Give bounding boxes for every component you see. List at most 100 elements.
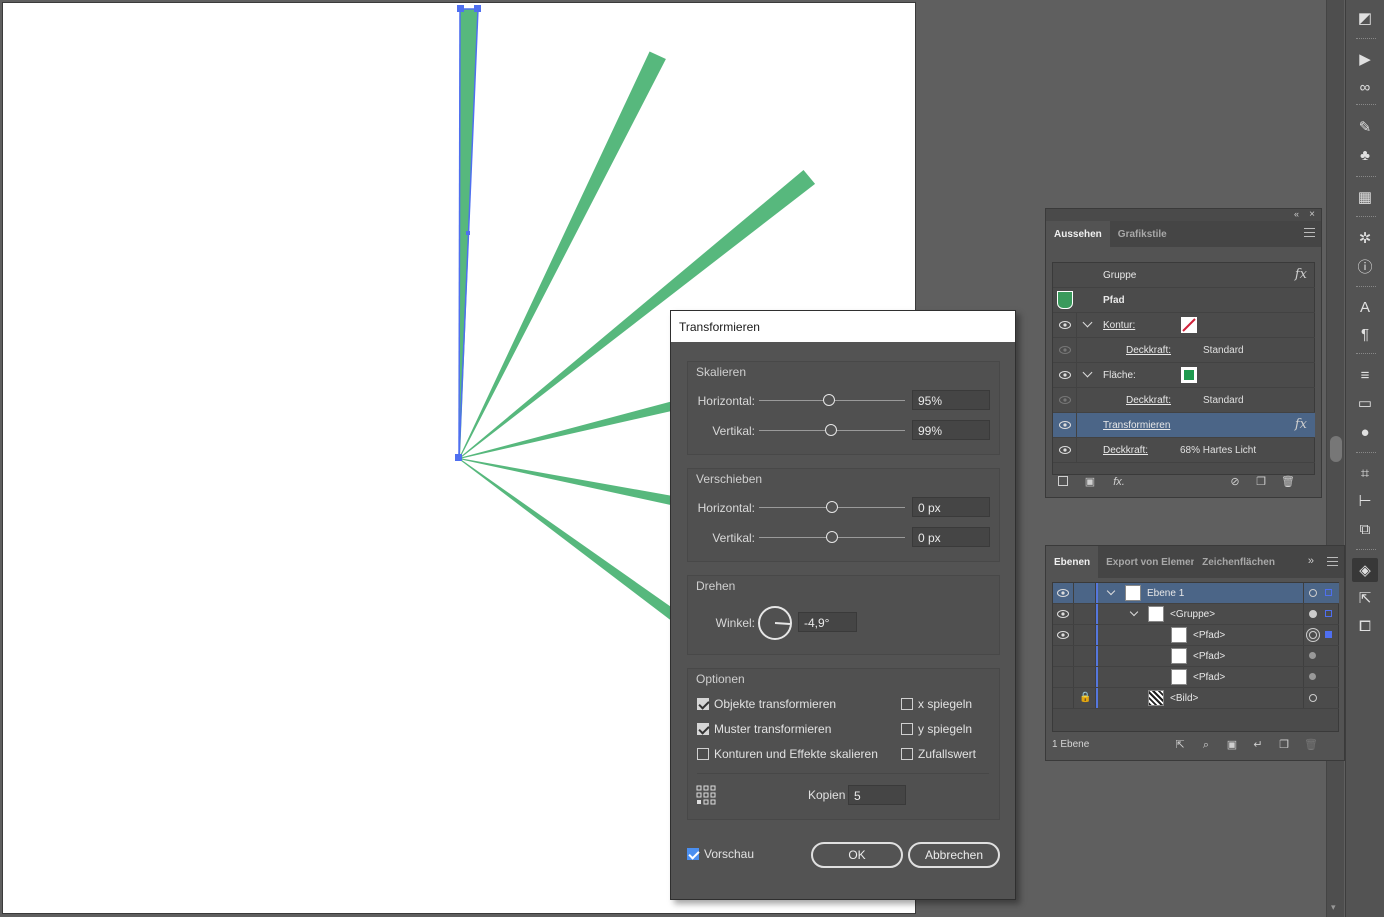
chevron-down-icon[interactable] — [1082, 367, 1093, 378]
tab-asset-export[interactable]: Export von Elemen — [1098, 546, 1194, 578]
layer-row[interactable]: 🔒 <Bild> — [1053, 688, 1339, 709]
eye-icon[interactable] — [1059, 421, 1071, 429]
slider-knob[interactable] — [825, 424, 837, 436]
move-horizontal-slider[interactable] — [759, 501, 905, 513]
artboard-icon[interactable]: ⧠ — [1352, 614, 1378, 638]
close-icon[interactable]: × — [1309, 209, 1315, 220]
target-icon[interactable] — [1309, 673, 1316, 680]
layer-row[interactable]: <Gruppe> — [1053, 604, 1339, 625]
move-vertical-input[interactable]: 0 px — [912, 527, 990, 547]
stroke-label[interactable]: Kontur: — [1103, 320, 1135, 331]
tab-appearance[interactable]: Aussehen — [1046, 221, 1110, 247]
new-stroke-icon[interactable] — [1058, 476, 1068, 486]
reference-point-icon[interactable] — [696, 785, 716, 805]
selection-indicator[interactable] — [1325, 589, 1332, 596]
brush-icon[interactable]: ✎ — [1352, 115, 1378, 139]
move-horizontal-input[interactable]: 0 px — [912, 497, 990, 517]
add-effect-icon[interactable]: fx. — [1110, 476, 1128, 488]
fill-label[interactable]: Fläche: — [1103, 370, 1136, 381]
clear-icon[interactable]: ⊘ — [1229, 476, 1241, 488]
layer-row[interactable]: <Pfad> — [1053, 646, 1339, 667]
eye-icon[interactable] — [1059, 396, 1071, 404]
slider-knob[interactable] — [826, 531, 838, 543]
fx-icon[interactable]: fx — [1295, 267, 1307, 282]
fx-icon[interactable]: fx — [1295, 417, 1307, 432]
slider-knob[interactable] — [823, 394, 835, 406]
export-icon[interactable]: ⇱ — [1174, 739, 1186, 751]
layer-row[interactable]: <Pfad> — [1053, 625, 1339, 646]
layers-icon[interactable]: ◈ — [1352, 558, 1378, 582]
export-icon[interactable]: ⇱ — [1352, 586, 1378, 610]
appearance-row-path[interactable]: Pfad — [1053, 288, 1315, 313]
info-icon[interactable]: ⓘ — [1352, 254, 1378, 278]
transform-icon[interactable]: ⌗ — [1352, 461, 1378, 485]
random-checkbox[interactable] — [901, 748, 913, 760]
angle-input[interactable]: -4,9° — [798, 612, 857, 632]
layer-name[interactable]: <Pfad> — [1193, 651, 1225, 662]
fan-stripe[interactable] — [459, 51, 666, 466]
collapse-icon[interactable]: « — [1294, 209, 1299, 219]
stroke-swatch[interactable] — [1181, 317, 1197, 333]
preview-label[interactable]: Vorschau — [704, 847, 754, 861]
eye-icon[interactable] — [1057, 610, 1069, 618]
slider-knob[interactable] — [826, 501, 838, 513]
fill-swatch[interactable] — [1181, 367, 1197, 383]
transform-effect-label[interactable]: Transformieren — [1103, 420, 1170, 431]
appearance-row-opacity[interactable]: Deckkraft: 68% Hartes Licht — [1053, 438, 1315, 463]
copies-input[interactable]: 5 — [848, 785, 906, 805]
appearance-row-group[interactable]: Gruppe fx — [1053, 263, 1315, 288]
layer-name[interactable]: <Pfad> — [1193, 630, 1225, 641]
transform-objects-checkbox[interactable] — [697, 698, 709, 710]
reflect-y-label[interactable]: y spiegeln — [918, 722, 972, 736]
search-icon[interactable]: ⌕ — [1200, 739, 1212, 751]
eye-icon[interactable] — [1059, 371, 1071, 379]
transform-patterns-label[interactable]: Muster transformieren — [714, 722, 831, 736]
target-icon[interactable] — [1309, 610, 1317, 618]
transform-patterns-checkbox[interactable] — [697, 723, 709, 735]
eye-icon[interactable] — [1059, 346, 1071, 354]
color-guide-icon[interactable]: ◩ — [1352, 6, 1378, 30]
delete-icon[interactable]: 🗑 — [1304, 739, 1318, 751]
layer-name[interactable]: <Bild> — [1170, 693, 1198, 704]
expand-tabs-icon[interactable]: » — [1308, 555, 1314, 567]
align-icon[interactable]: ⊢ — [1352, 489, 1378, 513]
target-icon[interactable] — [1309, 652, 1316, 659]
reflect-x-label[interactable]: x spiegeln — [918, 697, 972, 711]
eye-icon[interactable] — [1059, 446, 1071, 454]
new-layer-icon[interactable]: ❐ — [1278, 739, 1290, 751]
layer-row[interactable]: Ebene 1 — [1053, 583, 1339, 604]
gear-icon[interactable]: ✲ — [1352, 226, 1378, 250]
appearance-row-fill-opacity[interactable]: Deckkraft: Standard — [1053, 388, 1315, 413]
scroll-down-icon[interactable]: ▾ — [1331, 902, 1336, 913]
stroke-icon[interactable]: ≡ — [1352, 363, 1378, 387]
reflect-y-checkbox[interactable] — [901, 723, 913, 735]
opacity-label[interactable]: Deckkraft: — [1103, 445, 1148, 456]
panel-menu-icon[interactable] — [1304, 228, 1315, 237]
move-vertical-slider[interactable] — [759, 531, 905, 543]
delete-icon[interactable]: 🗑 — [1281, 476, 1295, 488]
swatch-grid-icon[interactable]: ▦ — [1352, 185, 1378, 209]
selection-indicator[interactable] — [1325, 631, 1332, 638]
stroke-opacity-label[interactable]: Deckkraft: — [1126, 345, 1171, 356]
appearance-row-stroke[interactable]: Kontur: — [1053, 313, 1315, 338]
preview-checkbox[interactable] — [687, 848, 699, 860]
new-fill-icon[interactable]: ▣ — [1084, 476, 1096, 488]
tab-layers[interactable]: Ebenen — [1046, 546, 1099, 578]
scale-horizontal-input[interactable]: 95% — [912, 390, 990, 410]
fill-opacity-label[interactable]: Deckkraft: — [1126, 395, 1171, 406]
layer-name[interactable]: <Gruppe> — [1170, 609, 1215, 620]
pathfinder-icon[interactable]: ⧉ — [1352, 517, 1378, 541]
target-icon[interactable] — [1309, 589, 1317, 597]
vertical-scrollbar[interactable]: ▾ — [1326, 0, 1344, 917]
eye-icon[interactable] — [1059, 321, 1071, 329]
character-icon[interactable]: A — [1352, 295, 1378, 319]
tab-graphic-styles[interactable]: Grafikstile — [1110, 221, 1175, 247]
cancel-button[interactable]: Abbrechen — [908, 842, 1000, 868]
scale-horizontal-slider[interactable] — [759, 394, 905, 406]
link-icon[interactable]: ∞ — [1352, 75, 1378, 99]
target-icon[interactable] — [1309, 631, 1317, 639]
scale-vertical-input[interactable]: 99% — [912, 420, 990, 440]
transparency-icon[interactable]: ● — [1352, 420, 1378, 444]
scale-strokes-label[interactable]: Konturen und Effekte skalieren — [714, 747, 878, 761]
eye-icon[interactable] — [1057, 631, 1069, 639]
